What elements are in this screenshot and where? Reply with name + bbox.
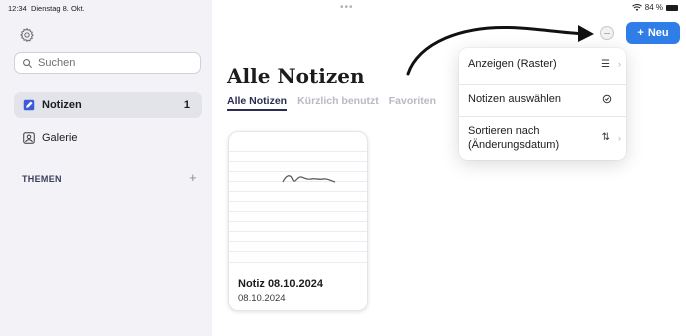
check-circle-icon [602, 94, 612, 104]
note-date: 08.10.2024 [238, 293, 286, 304]
search-placeholder: Suchen [38, 57, 76, 69]
notes-count: 1 [183, 99, 190, 111]
menu-item-label: Notizen auswählen [468, 93, 561, 105]
chevron-right-icon: › [618, 59, 621, 69]
tab-bar: Alle Notizen Kürzlich benutzt Favoriten [227, 95, 436, 111]
menu-item-label: Sortieren nach (Änderungsdatum) [468, 125, 560, 151]
battery-icon [666, 4, 678, 11]
note-title: Notiz 08.10.2024 [238, 278, 323, 290]
menu-divider [459, 84, 626, 85]
new-note-button[interactable]: + Neu [626, 22, 680, 44]
menu-item-view-grid[interactable]: Anzeigen (Raster) ☰ › [459, 48, 626, 80]
handwriting-scribble [282, 175, 336, 183]
menu-item-select-notes[interactable]: Notizen auswählen [459, 86, 626, 112]
options-menu: Anzeigen (Raster) ☰ › Notizen auswählen … [459, 48, 626, 160]
status-time-value: 12:34 [8, 4, 27, 13]
battery-percent: 84 % [644, 3, 663, 12]
status-time: 12:34 Dienstag 8. Okt. [8, 4, 85, 13]
page-title: Alle Notizen [227, 64, 365, 88]
plus-icon: + [637, 27, 644, 39]
status-right: 84 % [631, 3, 678, 12]
menu-divider [459, 116, 626, 117]
note-divider [229, 262, 367, 263]
gallery-icon [23, 132, 35, 144]
menu-item-label: Anzeigen (Raster) [468, 58, 557, 70]
search-icon [23, 58, 33, 68]
note-card[interactable]: Notiz 08.10.2024 08.10.2024 [228, 131, 368, 311]
new-button-label: Neu [647, 27, 669, 39]
note-thumbnail [229, 142, 367, 260]
wifi-icon [631, 3, 642, 11]
tab-alle-notizen[interactable]: Alle Notizen [227, 95, 288, 111]
search-input[interactable]: Suchen [14, 52, 201, 74]
menu-item-sort[interactable]: Sortieren nach (Änderungsdatum) ⇅ › [459, 120, 626, 156]
sidebar-item-notizen[interactable]: Notizen 1 [14, 92, 202, 118]
sidebar-item-label: Galerie [42, 132, 78, 144]
sidebar: 12:34 Dienstag 8. Okt. Suchen Notizen 1 … [0, 0, 212, 336]
sidebar-item-label: Notizen [42, 99, 82, 111]
status-date: Dienstag 8. Okt. [30, 4, 85, 13]
note-icon [23, 99, 35, 111]
list-icon: ☰ [601, 58, 610, 70]
multitasking-dots[interactable]: ••• [340, 2, 354, 13]
tab-kuerzlich-benutzt[interactable]: Kürzlich benutzt [297, 95, 379, 111]
add-topic-button[interactable]: + [189, 170, 197, 185]
settings-gear-icon[interactable] [19, 27, 35, 43]
chevron-right-icon: › [618, 133, 621, 143]
sidebar-item-galerie[interactable]: Galerie [14, 125, 202, 151]
section-label-themen: THEMEN [22, 174, 62, 184]
tab-favoriten[interactable]: Favoriten [389, 95, 436, 111]
sort-icon: ⇅ [601, 132, 610, 143]
more-options-button[interactable] [600, 26, 614, 40]
